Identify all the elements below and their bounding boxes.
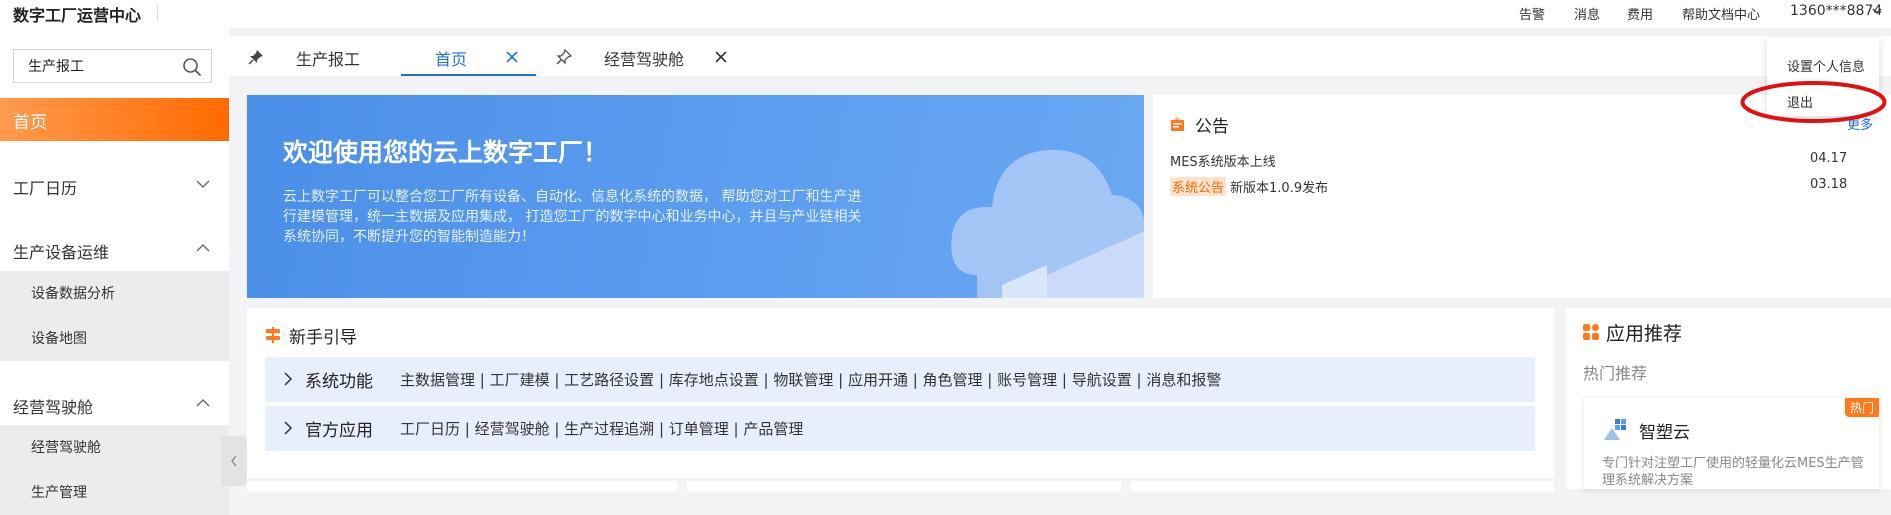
banner-description: 云上数字工厂可以整合您工厂所有设备、自动化、信息化系统的数据， 帮助您对工厂和生… <box>283 189 862 245</box>
sidebar: 首页 工厂日历 生产设备运维 设备数据分析 设备地图 经营驾驶舱 经营驾驶舱 生… <box>0 28 229 515</box>
divider <box>157 5 158 21</box>
announcement-panel: 公告 更多 MES系统版本上线 04.17 系统公告 新版本1.0.9发布 03.… <box>1153 95 1891 298</box>
chevron-up-icon <box>196 244 210 252</box>
chevron-down-icon <box>196 180 210 188</box>
sidebar-item-equipment-map[interactable]: 设备地图 <box>0 316 229 361</box>
menu-item-profile[interactable]: 设置个人信息 <box>1787 56 1865 75</box>
announcement-date: 04.17 <box>1810 151 1848 166</box>
app-name: 智塑云 <box>1639 423 1690 443</box>
sidebar-item-home[interactable]: 首页 <box>0 98 229 141</box>
sidebar-group-equipment-ops[interactable]: 生产设备运维 <box>0 229 229 269</box>
hot-badge: 热门 <box>1844 398 1879 417</box>
app-card[interactable]: 热门 智塑云 专门针对注塑工厂使用的轻量化云MES生产管理系统解决方案 <box>1584 398 1879 489</box>
guide-band-links[interactable]: 主数据管理 | 工厂建模 | 工艺路径设置 | 库存地点设置 | 物联管理 | … <box>400 369 1221 390</box>
sidebar-group-business-cockpit[interactable]: 经营驾驶舱 <box>0 384 229 424</box>
banner-title: 欢迎使用您的云上数字工厂！ <box>283 138 609 167</box>
guide-band-system[interactable]: 系统功能 主数据管理 | 工厂建模 | 工艺路径设置 | 库存地点设置 | 物联… <box>265 357 1535 402</box>
sidebar-collapse-button[interactable] <box>221 436 247 486</box>
user-menu[interactable]: 1360***8874 <box>1790 3 1882 19</box>
beginner-guide-panel: 新手引导 系统功能 主数据管理 | 工厂建模 | 工艺路径设置 | 库存地点设置… <box>247 308 1554 478</box>
tab-business-cockpit[interactable]: 经营驾驶舱 <box>577 36 727 76</box>
bottom-card <box>687 481 1121 491</box>
announcement-text: MES系统版本上线 <box>1170 155 1276 170</box>
cloud-illustration <box>951 149 1144 298</box>
announcement-date: 03.18 <box>1810 177 1848 192</box>
welcome-banner: 欢迎使用您的云上数字工厂！ 云上数字工厂可以整合您工厂所有设备、自动化、信息化系… <box>247 95 1144 298</box>
tab-label: 经营驾驶舱 <box>604 50 685 69</box>
nav-help-link[interactable]: 帮助文档中心 <box>1682 4 1760 23</box>
guide-band-name: 官方应用 <box>305 421 373 441</box>
guide-band-official-apps[interactable]: 官方应用 工厂日历 | 经营驾驶舱 | 生产过程追溯 | 订单管理 | 产品管理 <box>265 406 1535 451</box>
app-description: 专门针对注塑工厂使用的轻量化云MES生产管理系统解决方案 <box>1602 456 1864 488</box>
top-bar: 数字工厂运营中心 告警 消息 费用 帮助文档中心 1360***8874 <box>0 0 1891 28</box>
tab-production-report[interactable]: 生产报工 <box>269 36 369 76</box>
pin-icon[interactable] <box>248 49 264 65</box>
chevron-left-icon <box>231 455 237 467</box>
app-recommend-panel: 应用推荐 热门推荐 热门 智塑云 专门针对注塑工厂使用的轻量化云MES生产管理系… <box>1566 308 1891 489</box>
close-icon[interactable] <box>504 49 520 65</box>
app-logo-icon <box>1604 419 1626 440</box>
guide-icon <box>266 327 280 343</box>
sidebar-group-label: 经营驾驶舱 <box>13 398 94 417</box>
nav-alarm-link[interactable]: 告警 <box>1519 4 1545 23</box>
app-recommend-title: 应用推荐 <box>1606 323 1683 345</box>
nav-message-link[interactable]: 消息 <box>1574 4 1600 23</box>
sidebar-group-factory-calendar[interactable]: 工厂日历 <box>0 165 229 205</box>
highlight-ellipse <box>1740 81 1887 123</box>
chevron-right-icon <box>284 421 293 435</box>
chevron-right-icon <box>284 372 293 386</box>
nav-billing-link[interactable]: 费用 <box>1627 4 1653 23</box>
sidebar-group-label: 工厂日历 <box>13 179 78 198</box>
sidebar-group-label: 生产设备运维 <box>13 243 110 262</box>
chevron-up-icon <box>196 399 210 407</box>
sidebar-item-equipment-analysis[interactable]: 设备数据分析 <box>0 271 229 316</box>
announcement-row[interactable]: 系统公告 新版本1.0.9发布 03.18 <box>1170 177 1850 197</box>
bottom-card <box>247 481 677 491</box>
tab-label: 生产报工 <box>296 50 361 69</box>
search-box[interactable] <box>13 49 212 83</box>
search-input[interactable] <box>28 57 178 75</box>
chevron-down-icon[interactable] <box>1872 7 1882 15</box>
sidebar-item-production-management[interactable]: 生产管理 <box>0 470 229 515</box>
announcement-title: 公告 <box>1195 117 1229 137</box>
tab-label: 首页 <box>435 50 468 69</box>
announcement-row[interactable]: MES系统版本上线 04.17 <box>1170 151 1850 171</box>
pin-icon[interactable] <box>556 49 572 65</box>
announcement-icon <box>1171 117 1184 131</box>
guide-title: 新手引导 <box>289 328 357 348</box>
apps-grid-icon <box>1583 324 1599 340</box>
tab-home[interactable]: 首页 <box>401 36 536 76</box>
hot-recommend-label: 热门推荐 <box>1583 364 1648 383</box>
guide-band-name: 系统功能 <box>305 372 373 392</box>
bottom-card <box>1131 481 1554 491</box>
announcement-text: 新版本1.0.9发布 <box>1230 181 1329 196</box>
sidebar-item-business-cockpit[interactable]: 经营驾驶舱 <box>0 425 229 470</box>
close-icon[interactable] <box>713 49 729 65</box>
guide-band-links[interactable]: 工厂日历 | 经营驾驶舱 | 生产过程追溯 | 订单管理 | 产品管理 <box>400 418 803 439</box>
search-icon[interactable] <box>182 57 202 77</box>
tab-bar: 生产报工 首页 经营驾驶舱 <box>229 36 1891 76</box>
app-title: 数字工厂运营中心 <box>13 6 142 25</box>
announcement-badge: 系统公告 <box>1170 177 1227 196</box>
